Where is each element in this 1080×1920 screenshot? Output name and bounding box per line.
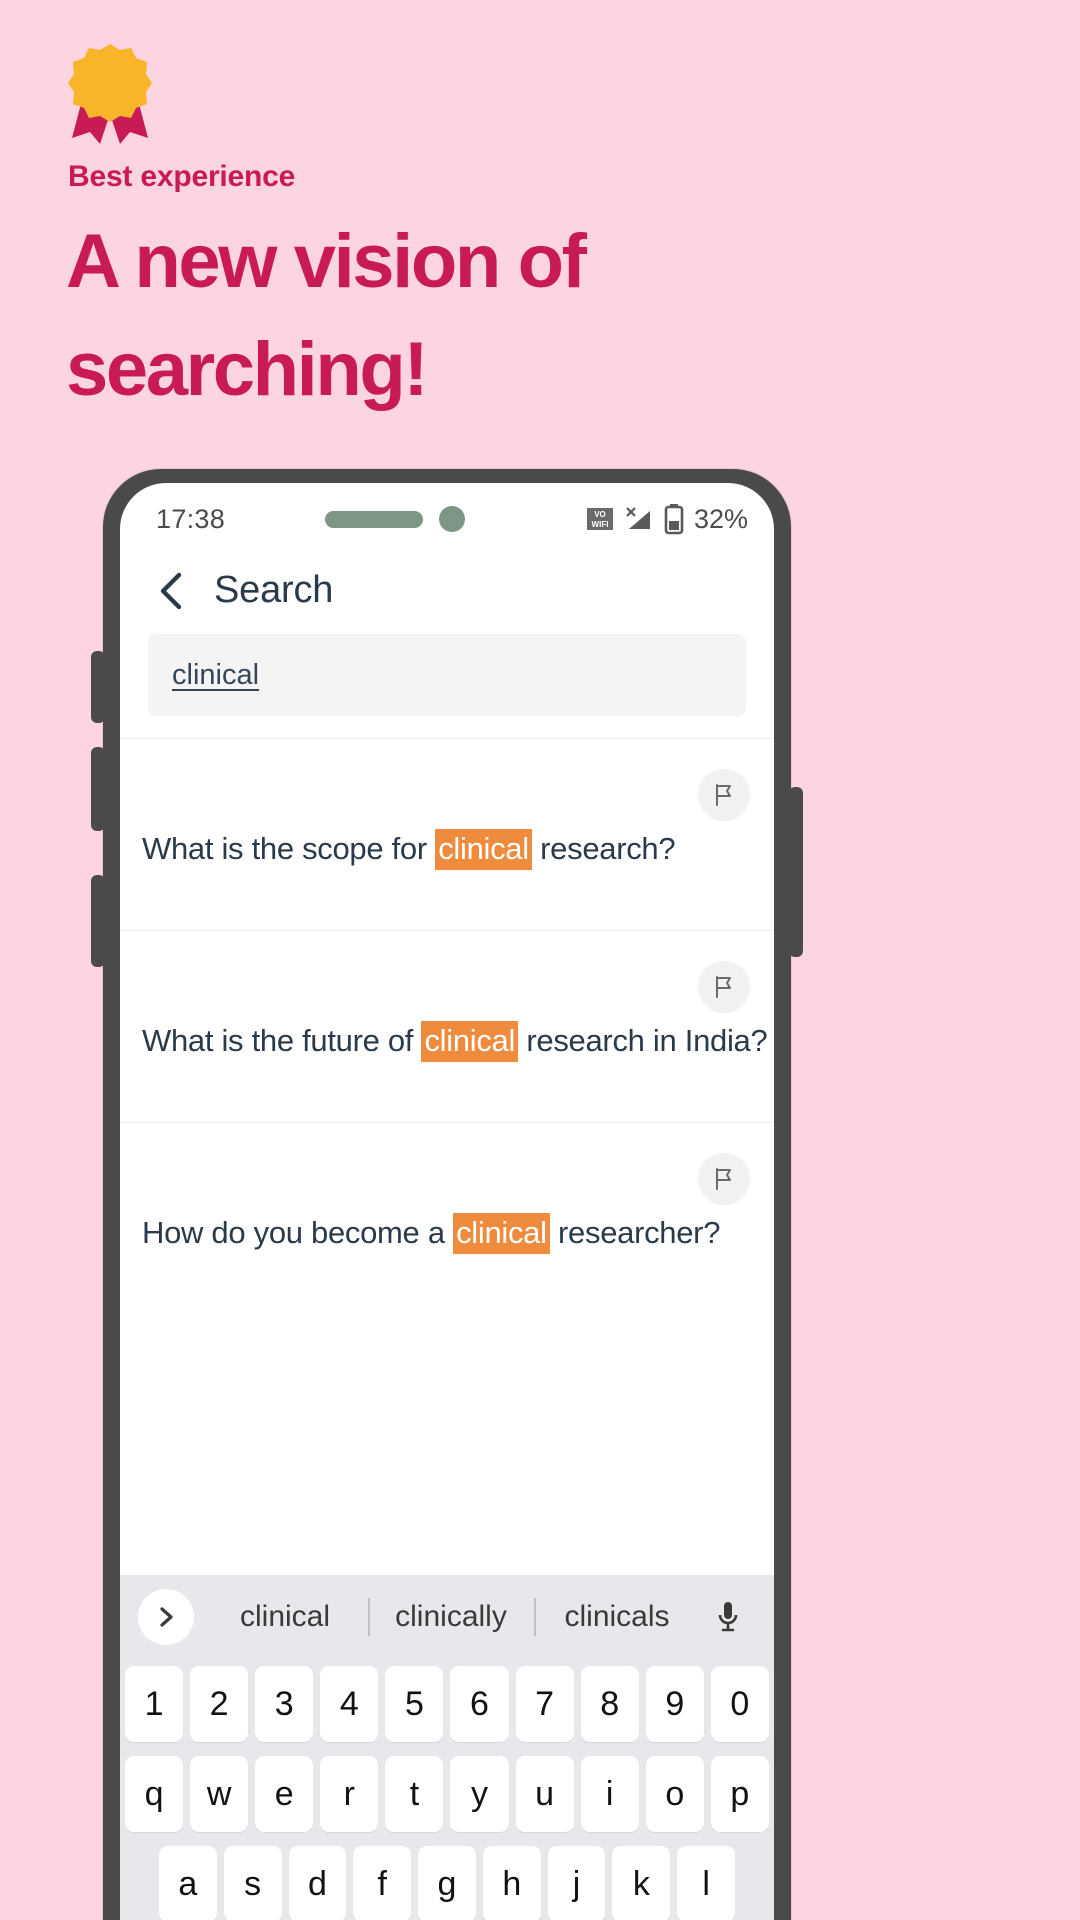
key-q[interactable]: q [125,1756,184,1832]
result-text-after: research in India? [518,1023,768,1058]
key-5[interactable]: 5 [385,1666,444,1742]
flag-button[interactable] [698,961,750,1013]
result-text-before: What is the future of [142,1023,422,1058]
flag-icon [716,976,731,998]
svg-text:WIFI: WIFI [592,520,609,529]
page-title: Search [214,569,334,611]
key-7[interactable]: 7 [515,1666,574,1742]
status-time: 17:38 [156,503,226,534]
keyboard-suggestion-bar: clinical clinically clinicals [120,1575,774,1659]
key-y[interactable]: y [450,1756,509,1832]
key-r[interactable]: r [320,1756,379,1832]
camera-punchhole-icon [439,506,466,532]
notification-pill-icon [325,510,424,528]
signal-bars-no-service-icon [626,507,650,529]
status-right-icons: VO WIFI 32% [585,503,748,535]
key-j[interactable]: j [547,1846,606,1920]
key-9[interactable]: 9 [645,1666,704,1742]
key-6[interactable]: 6 [450,1666,509,1742]
battery-icon [664,504,684,535]
flag-button[interactable] [698,769,750,821]
promo-headline-line2: searching! [66,326,429,412]
phone-mockup: 17:38 VO WIFI 32% Search clinical What i… [91,469,803,1920]
key-0[interactable]: 0 [710,1666,769,1742]
search-input[interactable]: clinical [148,634,746,716]
result-text-after: research? [531,831,676,866]
suggestion-item[interactable]: clinically [368,1600,534,1634]
microphone-icon [718,1602,738,1632]
app-bar: Search [120,555,774,634]
key-l[interactable]: l [677,1846,736,1920]
key-i[interactable]: i [580,1756,639,1832]
key-3[interactable]: 3 [255,1666,314,1742]
result-text-after: researcher? [549,1215,721,1250]
promo-page: Best experience A new vision of searchin… [0,0,1080,1920]
flag-icon [716,784,731,806]
key-t[interactable]: t [385,1756,444,1832]
search-result-text: What is the scope for clinical research? [142,829,756,870]
key-f[interactable]: f [353,1846,412,1920]
promo-headline-line1: A new vision of [66,219,587,304]
status-bar: 17:38 VO WIFI 32% [120,483,774,555]
chevron-right-icon [160,1607,173,1627]
key-h[interactable]: h [482,1846,541,1920]
key-k[interactable]: k [612,1846,671,1920]
promo-eyebrow: Best experience [68,160,296,193]
key-p[interactable]: p [710,1756,769,1832]
keyboard-row-top: q w e r t y u i o p [120,1749,774,1839]
award-ribbon-icon [68,44,152,144]
result-text-highlight: clinical [453,1213,550,1254]
flag-icon [716,1168,731,1190]
battery-percent: 32% [693,503,748,534]
search-result-row[interactable]: What is the future of clinical research … [120,930,774,1122]
result-text-before: How do you become a [142,1215,454,1250]
search-result-text: How do you become a clinical researcher? [142,1213,756,1254]
suggestion-list: clinical clinically clinicals [202,1600,700,1634]
suggestion-item[interactable]: clinical [202,1600,368,1634]
promo-headline: A new vision of searching! [66,208,826,424]
result-text-before: What is the scope for [142,831,436,866]
search-result-row[interactable]: How do you become a clinical researcher? [120,1122,774,1314]
svg-text:VO: VO [594,510,606,519]
vowifi-icon: VO WIFI [586,508,613,530]
search-result-row[interactable]: What is the scope for clinical research? [120,738,774,930]
key-4[interactable]: 4 [320,1666,379,1742]
phone-side-button-3[interactable] [91,875,105,967]
suggestion-item[interactable]: clinicals [534,1600,700,1634]
key-a[interactable]: a [159,1846,217,1920]
result-text-highlight: clinical [421,1021,519,1062]
key-e[interactable]: e [255,1756,314,1832]
search-field-wrapper: clinical [120,634,774,716]
phone-power-button[interactable] [789,787,803,957]
search-result-text: What is the future of clinical research … [142,1021,768,1062]
key-1[interactable]: 1 [125,1666,184,1742]
search-input-value: clinical [172,658,260,691]
status-center-indicators [225,506,585,532]
microphone-button[interactable] [700,1599,756,1635]
key-d[interactable]: d [288,1846,347,1920]
keyboard-expand-button[interactable] [138,1589,194,1645]
result-text-highlight: clinical [435,829,532,870]
key-8[interactable]: 8 [580,1666,639,1742]
back-chevron-icon[interactable] [156,571,186,611]
key-g[interactable]: g [418,1846,476,1920]
key-o[interactable]: o [645,1756,704,1832]
key-2[interactable]: 2 [190,1666,249,1742]
phone-side-button-1[interactable] [91,651,105,723]
key-u[interactable]: u [515,1756,574,1832]
key-w[interactable]: w [190,1756,249,1832]
virtual-keyboard: clinical clinically clinicals 1 2 3 4 5 … [120,1575,774,1920]
flag-button[interactable] [698,1153,750,1205]
keyboard-row-numbers: 1 2 3 4 5 6 7 8 9 0 [120,1659,774,1749]
keyboard-row-home: a s d f g h j k l [120,1839,774,1920]
phone-side-button-2[interactable] [91,747,105,831]
key-s[interactable]: s [223,1846,282,1920]
search-results-list: What is the scope for clinical research?… [120,738,774,1314]
phone-screen: 17:38 VO WIFI 32% Search clinical What i… [120,483,774,1920]
